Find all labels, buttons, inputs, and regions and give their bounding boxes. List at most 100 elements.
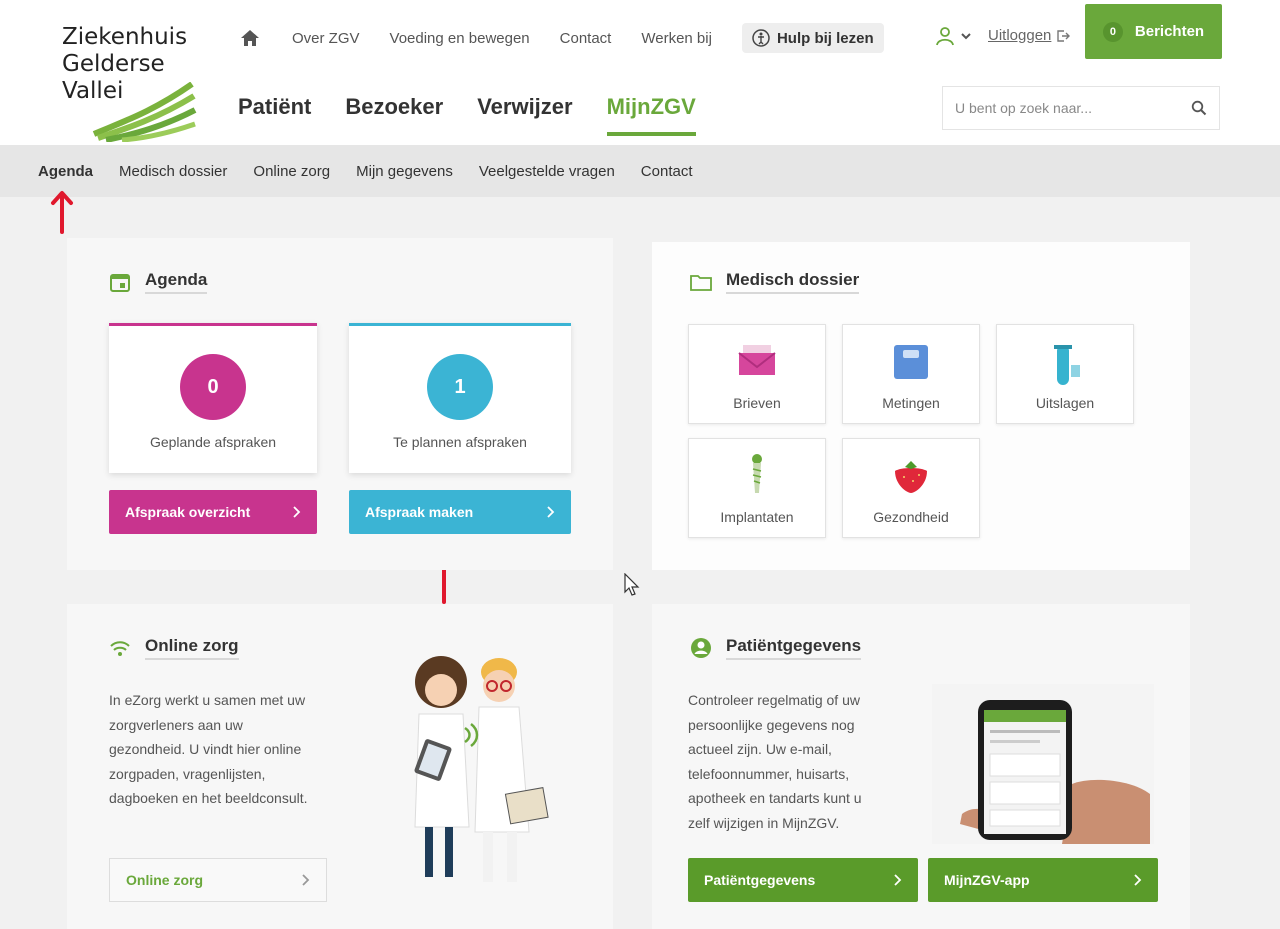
chevron-down-icon — [961, 33, 971, 40]
medical-record-title: Medisch dossier — [690, 270, 860, 294]
implant-icon — [752, 454, 762, 493]
make-appointment-label: Afspraak maken — [365, 504, 474, 520]
dossier-tile-metingen[interactable]: Metingen — [842, 324, 980, 424]
sub-navigation: Agenda Medisch dossier Online zorg Mijn … — [0, 145, 1280, 197]
mijnzgv-app-button-label: MijnZGV-app — [944, 872, 1030, 888]
search-icon[interactable] — [1191, 100, 1207, 116]
messages-label: Berichten — [1134, 23, 1205, 40]
patient-data-line: actueel zijn. Uw e-mail, — [688, 741, 832, 757]
subnav-agenda[interactable]: Agenda — [38, 163, 93, 180]
doctors-illustration — [414, 656, 549, 882]
search-box — [942, 86, 1220, 130]
medical-record-title-text: Medisch dossier — [726, 270, 860, 294]
user-icon — [936, 27, 954, 46]
online-care-button[interactable]: Online zorg — [109, 858, 327, 902]
logout-label: Uitloggen — [988, 27, 1052, 44]
dossier-tile-implantaten[interactable]: Implantaten — [688, 438, 826, 538]
wave-logo-icon — [92, 82, 197, 142]
phone-app-illustration — [932, 684, 1154, 844]
dossier-tile-brieven[interactable]: Brieven — [688, 324, 826, 424]
chevron-right-icon — [547, 506, 555, 518]
to-plan-appointments-tile[interactable]: 1 Te plannen afspraken — [349, 323, 571, 473]
site-logo[interactable]: Ziekenhuis Gelderse Vallei — [62, 24, 202, 144]
search-input[interactable] — [955, 100, 1191, 116]
subnav-mijn-gegevens[interactable]: Mijn gegevens — [356, 163, 453, 180]
subnav-contact[interactable]: Contact — [641, 163, 693, 180]
topnav-link-voeding[interactable]: Voeding en bewegen — [390, 30, 530, 47]
help-reading-button[interactable]: Hulp bij lezen — [741, 23, 884, 53]
subnav-medisch-dossier[interactable]: Medisch dossier — [119, 163, 227, 180]
online-care-description: In eZorg werkt u samen met uw zorgverlen… — [109, 688, 349, 811]
planned-count-badge: 0 — [180, 354, 246, 420]
online-care-line: dagboeken en het beeldconsult. — [109, 790, 308, 806]
patient-data-button[interactable]: Patiëntgegevens — [688, 858, 918, 902]
dossier-tile-gezondheid[interactable]: Gezondheid — [842, 438, 980, 538]
patient-data-title: Patiëntgegevens — [690, 636, 862, 660]
online-care-line: gezondheid. U vindt hier online — [109, 741, 302, 757]
person-circle-icon — [691, 638, 711, 658]
scale-icon — [894, 345, 928, 379]
subnav-online-zorg[interactable]: Online zorg — [253, 163, 330, 180]
to-plan-label: Te plannen afspraken — [393, 434, 527, 450]
online-care-card: Online zorg In eZorg werkt u samen met u… — [67, 604, 613, 929]
patient-data-button-label: Patiëntgegevens — [704, 872, 816, 888]
chevron-right-icon — [1134, 874, 1142, 886]
online-care-line: zorgpaden, vragenlijsten, — [109, 765, 266, 782]
mainnav-bezoeker[interactable]: Bezoeker — [345, 94, 443, 136]
appointment-overview-button[interactable]: Afspraak overzicht — [109, 490, 317, 534]
appointment-overview-label: Afspraak overzicht — [125, 504, 251, 520]
help-reading-label: Hulp bij lezen — [776, 29, 874, 47]
mainnav-verwijzer[interactable]: Verwijzer — [477, 94, 572, 136]
topnav-link-over-zgv[interactable]: Over ZGV — [292, 30, 360, 47]
main-navigation: Patiënt Bezoeker Verwijzer MijnZGV — [238, 94, 697, 136]
patient-data-line: telefoonnummer, huisarts, — [688, 765, 850, 782]
mouse-cursor-icon — [624, 573, 640, 596]
top-navigation: Over ZGV Voeding en bewegen Contact Werk… — [240, 22, 884, 54]
patient-data-description: Controleer regelmatig of uw persoonlijke… — [688, 688, 918, 835]
topnav-link-werken-bij[interactable]: Werken bij — [641, 30, 712, 47]
home-icon[interactable] — [240, 27, 262, 49]
envelope-icon — [738, 345, 776, 375]
dossier-tile-gezondheid-label: Gezondheid — [873, 509, 949, 525]
user-menu[interactable] — [935, 26, 971, 46]
online-care-title-text: Online zorg — [145, 636, 239, 660]
test-tube-icon — [1054, 345, 1080, 385]
dossier-tile-implantaten-label: Implantaten — [720, 509, 794, 525]
online-care-title: Online zorg — [109, 636, 239, 660]
patient-data-line: persoonlijke gegevens nog — [688, 716, 855, 733]
patient-data-title-text: Patiëntgegevens — [726, 636, 862, 660]
dossier-tile-metingen-label: Metingen — [882, 395, 940, 411]
calendar-icon — [110, 274, 130, 292]
messages-button[interactable]: 0 Berichten — [1085, 4, 1222, 59]
messages-count-badge: 0 — [1102, 21, 1123, 42]
planned-label: Geplande afspraken — [149, 434, 277, 450]
planned-appointments-tile[interactable]: 0 Geplande afspraken — [109, 323, 317, 473]
online-care-line: zorgverleners aan uw — [109, 716, 243, 733]
subnav-veelgestelde-vragen[interactable]: Veelgestelde vragen — [479, 163, 615, 180]
make-appointment-button[interactable]: Afspraak maken — [349, 490, 571, 534]
mainnav-mijnzgv[interactable]: MijnZGV — [606, 94, 697, 136]
agenda-title-text: Agenda — [145, 270, 208, 294]
to-plan-count-badge: 1 — [427, 354, 493, 420]
strawberry-icon — [895, 461, 927, 493]
chevron-right-icon — [293, 506, 301, 518]
topnav-link-contact[interactable]: Contact — [560, 30, 612, 47]
dossier-tile-uitslagen[interactable]: Uitslagen — [996, 324, 1134, 424]
logo-line-2: Gelderse — [62, 51, 165, 77]
patient-data-line: Controleer regelmatig of uw — [688, 692, 860, 708]
chevron-right-icon — [894, 874, 902, 886]
dossier-tile-uitslagen-label: Uitslagen — [1035, 395, 1095, 411]
agenda-card: Agenda 0 Geplande afspraken 1 Te plannen… — [67, 238, 613, 570]
mijnzgv-app-button[interactable]: MijnZGV-app — [928, 858, 1158, 902]
patient-data-line: apotheek en tandarts kunt u — [688, 790, 862, 806]
mainnav-patient[interactable]: Patiënt — [238, 94, 311, 136]
folder-icon — [690, 275, 712, 291]
agenda-title: Agenda — [109, 270, 208, 294]
accessibility-icon — [752, 29, 770, 47]
logout-link[interactable]: Uitloggen — [988, 27, 1071, 44]
logout-icon — [1057, 29, 1071, 42]
dossier-tile-brieven-label: Brieven — [733, 395, 781, 411]
patient-data-card: Patiëntgegevens Controleer regelmatig of… — [652, 604, 1190, 929]
site-header: Ziekenhuis Gelderse Vallei Over ZGV Voed… — [0, 0, 1280, 145]
wifi-icon — [110, 641, 130, 656]
